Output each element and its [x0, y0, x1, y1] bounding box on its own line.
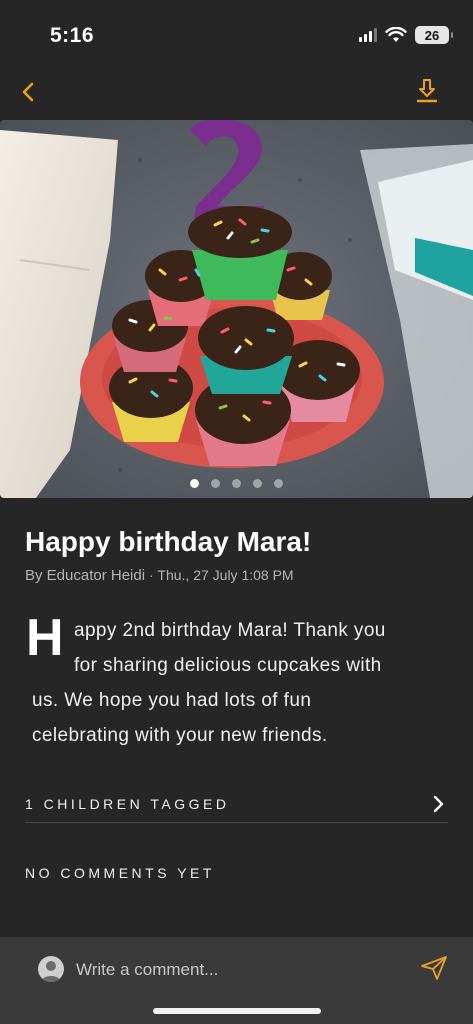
wifi-icon — [385, 27, 407, 42]
meta-separator: · — [149, 568, 154, 583]
cellular-signal-icon — [359, 28, 377, 42]
send-button[interactable] — [419, 953, 449, 983]
body-line: us. We hope you had lots of fun — [32, 690, 312, 711]
status-time: 5:16 — [50, 24, 95, 47]
status-icons: 26 — [359, 26, 453, 44]
carousel-dot-3[interactable] — [232, 479, 241, 488]
download-icon — [416, 79, 438, 103]
body-line: appy 2nd birthday Mara! Thank you — [74, 620, 386, 641]
back-button[interactable] — [14, 78, 42, 106]
download-button[interactable] — [413, 76, 441, 106]
body-line: for sharing delicious cupcakes with — [74, 655, 382, 676]
post-meta: By Educator Heidi · Thu., 27 July 1:08 PM — [25, 567, 294, 584]
post-photo[interactable] — [0, 120, 473, 498]
chevron-left-icon — [22, 82, 34, 102]
dropcap-letter: H — [26, 609, 64, 667]
children-tagged-label: 1 CHILDREN TAGGED — [25, 795, 230, 812]
carousel-dot-2[interactable] — [211, 479, 220, 488]
comment-bar — [0, 937, 473, 1024]
post-title: Happy birthday Mara! — [25, 526, 312, 557]
nav-bar — [0, 72, 473, 112]
post-author: By Educator Heidi — [25, 567, 146, 584]
body-line: celebrating with your new friends. — [32, 725, 328, 746]
comment-input[interactable] — [76, 955, 406, 985]
post-date: Thu., 27 July 1:08 PM — [157, 567, 294, 583]
carousel-dots[interactable] — [0, 479, 473, 488]
home-indicator[interactable] — [153, 1008, 321, 1014]
carousel-dot-5[interactable] — [274, 479, 283, 488]
comments-label: NO COMMENTS YET — [25, 865, 215, 881]
status-bar: 5:16 26 — [0, 0, 473, 72]
chevron-right-icon — [428, 794, 448, 814]
battery-icon: 26 — [415, 26, 453, 44]
carousel-dot-4[interactable] — [253, 479, 262, 488]
cupcakes-photo — [0, 120, 473, 498]
user-avatar-icon — [38, 956, 64, 982]
children-tagged-row[interactable]: 1 CHILDREN TAGGED — [25, 785, 448, 823]
carousel-dot-1[interactable] — [190, 479, 199, 488]
send-icon — [421, 956, 447, 980]
